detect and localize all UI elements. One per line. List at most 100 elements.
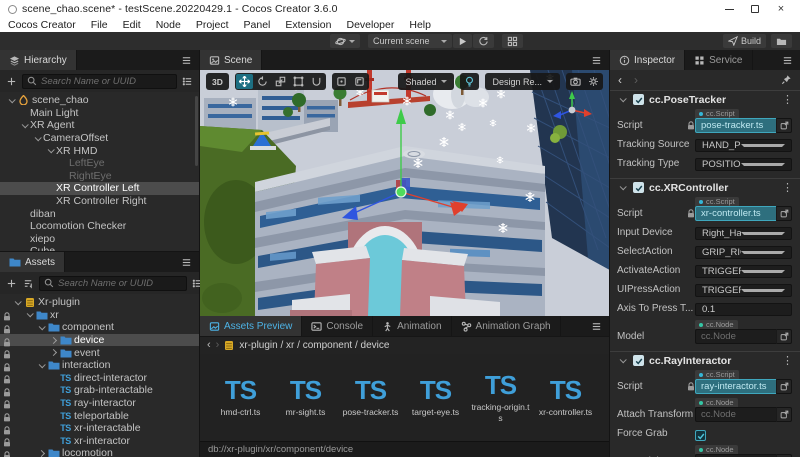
property-dropdown[interactable]: TRIGGER_RIGHT [695,265,792,278]
expand-arrow[interactable] [19,121,30,129]
component-header-cc.rayinteractor[interactable]: cc.RayInteractor ⋮ [610,352,800,369]
scene-selector-dropdown[interactable]: Current scene [368,34,452,48]
inspector-back-button[interactable]: ‹ [618,74,622,86]
rotate-tool-button[interactable] [254,74,271,89]
hierarchy-search-input[interactable] [41,75,172,87]
asset-node-ray-interactor[interactable]: TS ray-interactor [0,397,199,410]
assets-search-input[interactable] [58,277,182,289]
play-button[interactable] [453,34,472,48]
tab-animation[interactable]: Animation [373,316,452,336]
asset-node-xr[interactable]: xr [0,309,199,322]
asset-node-device[interactable]: device [0,333,199,347]
pin-button[interactable] [781,71,792,89]
file-item-tracking-origin-ts[interactable]: TS tracking-origin.ts [470,372,531,422]
expand-arrow[interactable] [45,146,56,154]
scene-viewport[interactable]: 3D Shaded Design Re... [200,70,609,316]
component-menu-button[interactable]: ⋮ [782,181,793,194]
hierarchy-node-righteye[interactable]: RightEye [0,170,199,183]
tab-animation-graph[interactable]: Animation Graph [452,316,561,336]
hierarchy-node-cube[interactable]: Cube [0,245,199,251]
platform-selector[interactable] [330,34,360,48]
script-asset-field[interactable]: xr-controller.ts [695,206,776,221]
expand-arrow[interactable] [48,336,59,344]
hierarchy-node-xr-agent[interactable]: XR Agent [0,119,199,132]
tab-service[interactable]: Service [685,50,753,70]
collapse-arrow[interactable] [617,95,628,103]
property-checkbox[interactable] [695,430,706,441]
asset-node-grab-interactable[interactable]: TS grab-interactable [0,384,199,397]
hierarchy-searchbox[interactable] [22,73,177,89]
lighting-toggle-button[interactable] [461,74,478,89]
component-menu-button[interactable]: ⋮ [782,93,793,106]
tab-hierarchy[interactable]: Hierarchy [0,50,77,70]
asset-node-xr-interactor[interactable]: TS xr-interactor [0,435,199,448]
breadcrumb-back-button[interactable]: ‹ [207,340,211,351]
node-reference-field[interactable]: cc.Node [695,329,776,344]
hierarchy-node-main-light[interactable]: Main Light [0,107,199,120]
hierarchy-node-xiepo[interactable]: xiepo [0,233,199,246]
asset-node-teleportable[interactable]: TS teleportable [0,409,199,422]
collapse-arrow[interactable] [617,183,628,191]
component-enabled-checkbox[interactable] [633,355,644,366]
expand-arrow[interactable] [48,349,59,357]
property-dropdown[interactable]: Right_Hand [695,227,792,240]
scene-menu-button[interactable] [584,50,609,70]
asset-picker-button[interactable] [776,118,792,133]
asset-node-xr-interactable[interactable]: TS xr-interactable [0,422,199,435]
tab-console[interactable]: Console [302,316,374,336]
expand-arrow[interactable] [6,96,17,104]
menu-project[interactable]: Project [196,19,229,31]
hierarchy-list-options-button[interactable] [181,76,194,87]
expand-arrow[interactable] [24,310,35,318]
component-header-cc.xrcontroller[interactable]: cc.XRController ⋮ [610,179,800,196]
maximize-button[interactable] [742,1,768,17]
scene-settings-button[interactable] [585,74,602,89]
minimize-button[interactable] [716,1,742,17]
assets-searchbox[interactable] [39,275,187,291]
hierarchy-menu-button[interactable] [174,50,199,70]
hierarchy-node-scene_chao[interactable]: scene_chao [0,94,199,107]
move-tool-button[interactable] [235,74,253,89]
asset-node-xr-plugin[interactable]: Xr-plugin [0,296,199,309]
menu-extension[interactable]: Extension [285,19,331,31]
menu-edit[interactable]: Edit [123,19,141,31]
toggle-2d3d-button[interactable]: 3D [207,74,228,89]
inspector-menu-button[interactable] [775,50,800,70]
breadcrumb-forward-button[interactable]: › [216,340,220,351]
expand-arrow[interactable] [36,449,47,457]
asset-node-locomotion[interactable]: locomotion [0,447,199,457]
hierarchy-node-xr-hmd[interactable]: XR HMD [0,144,199,157]
tab-inspector[interactable]: Inspector [610,50,686,70]
menu-help[interactable]: Help [409,19,431,31]
reload-button[interactable] [473,34,494,48]
menu-developer[interactable]: Developer [347,19,395,31]
tab-assets-preview[interactable]: Assets Preview [200,316,303,336]
design-resolution-dropdown[interactable]: Design Re... [485,73,560,90]
file-item-mr-sight-ts[interactable]: TS mr-sight.ts [275,377,336,417]
shading-mode-dropdown[interactable]: Shaded [398,73,455,90]
coordinate-button[interactable] [351,74,368,89]
file-item-pose-tracker-ts[interactable]: TS pose-tracker.ts [340,377,401,417]
hierarchy-node-lefteye[interactable]: LeftEye [0,157,199,170]
file-item-xr-controller-ts[interactable]: TS xr-controller.ts [535,377,596,417]
collapse-arrow[interactable] [617,356,628,364]
script-asset-field[interactable]: pose-tracker.ts [695,118,776,133]
file-item-hmd-ctrl-ts[interactable]: TS hmd-ctrl.ts [210,377,271,417]
script-asset-field[interactable]: ray-interactor.ts [695,379,776,394]
hierarchy-node-locomotion-checker[interactable]: Locomotion Checker [0,220,199,233]
tab-scene[interactable]: Scene [200,50,263,70]
property-dropdown[interactable]: HAND_POSE_ACTIVE_RI... [695,139,792,152]
property-dropdown[interactable]: GRIP_RIGHT [695,246,792,259]
asset-node-component[interactable]: component [0,321,199,334]
hierarchy-node-cameraoffset[interactable]: CameraOffset [0,132,199,145]
hierarchy-node-xr-controller-right[interactable]: XR Controller Right [0,195,199,208]
expand-arrow[interactable] [36,323,47,331]
asset-node-event[interactable]: event [0,346,199,359]
rect-tool-button[interactable] [290,74,307,89]
property-dropdown[interactable]: TRIGGER_RIGHT [695,284,792,297]
close-button[interactable]: × [768,1,794,17]
pivot-button[interactable] [333,74,350,89]
node-picker-button[interactable] [776,407,792,422]
component-enabled-checkbox[interactable] [633,182,644,193]
asset-node-interaction[interactable]: interaction [0,359,199,372]
